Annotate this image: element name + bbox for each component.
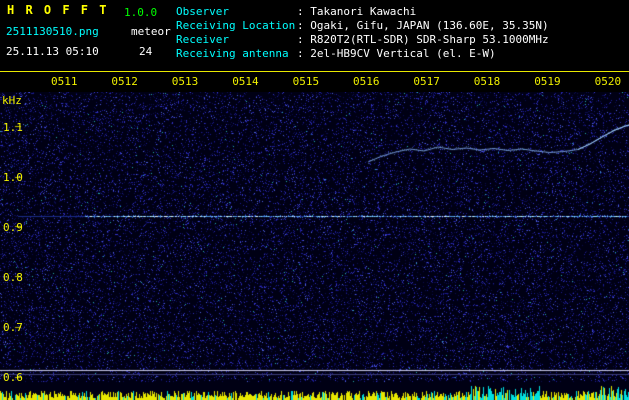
station-info-row: Receiver : R820T2(RTL-SDR) SDR-Sharp 53.1…: [176, 33, 549, 47]
info-value: : Takanori Kawachi: [297, 5, 417, 18]
info-value: : R820T2(RTL-SDR) SDR-Sharp 53.1000MHz: [297, 33, 549, 46]
time-tick-label: 0514: [232, 75, 259, 88]
time-axis: 0511 0512 0513 0514 0515 0516 0517 0518 0519 0520: [0, 75, 629, 90]
info-value: : Ogaki, Gifu, JAPAN (136.60E, 35.35N): [297, 19, 549, 32]
freq-tick-label: 0.8: [3, 271, 23, 284]
freq-tick-label: 0.9: [3, 221, 23, 234]
time-tick-label: 0515: [292, 75, 320, 88]
station-info-row: Receiving Location: Ogaki, Gifu, JAPAN (…: [176, 19, 549, 33]
time-tick-label: 0519: [534, 75, 561, 88]
station-info: Observer : Takanori Kawachi Receiving Loca…: [176, 5, 549, 61]
time-tick-label: 0512: [111, 75, 138, 88]
time-tick-label: 0517: [413, 75, 440, 88]
header-separator: [0, 71, 629, 72]
info-label: Receiving antenna: [176, 47, 289, 60]
info-label: Observer: [176, 5, 229, 18]
time-tick-label: 0513: [171, 75, 199, 88]
freq-tick-label: 1.1: [3, 121, 23, 134]
spectrogram-canvas: [0, 92, 629, 400]
app-title: H R O F F T: [7, 3, 109, 17]
time-tick-label: 0511: [51, 75, 78, 88]
mode-label: meteor: [131, 25, 171, 38]
time-tick-label: 0518: [473, 75, 501, 88]
hrofft-output-window: H R O F F T 1.0.0 2511130510.png meteor …: [0, 0, 629, 400]
freq-tick-label: 0.6: [3, 371, 23, 384]
freq-tick-label: 0.7: [3, 321, 23, 334]
info-label: Receiving Location: [176, 19, 296, 32]
freq-tick-label: 1.0: [3, 171, 23, 184]
app-version: 1.0.0: [124, 6, 158, 19]
info-value: : 2el-HB9CV Vertical (el. E-W): [297, 47, 496, 60]
count-value: 24: [139, 45, 153, 58]
station-info-row: Observer : Takanori Kawachi: [176, 5, 549, 19]
station-info-row: Receiving antenna : 2el-HB9CV Vertical (e…: [176, 47, 549, 61]
output-filename: 2511130510.png: [6, 25, 99, 38]
time-tick-label: 0516: [353, 75, 380, 88]
time-tick-label: 0520: [594, 75, 622, 88]
timestamp: 25.11.13 05:10: [6, 45, 99, 58]
info-label: Receiver: [176, 33, 229, 46]
freq-axis-unit: kHz: [2, 94, 22, 107]
